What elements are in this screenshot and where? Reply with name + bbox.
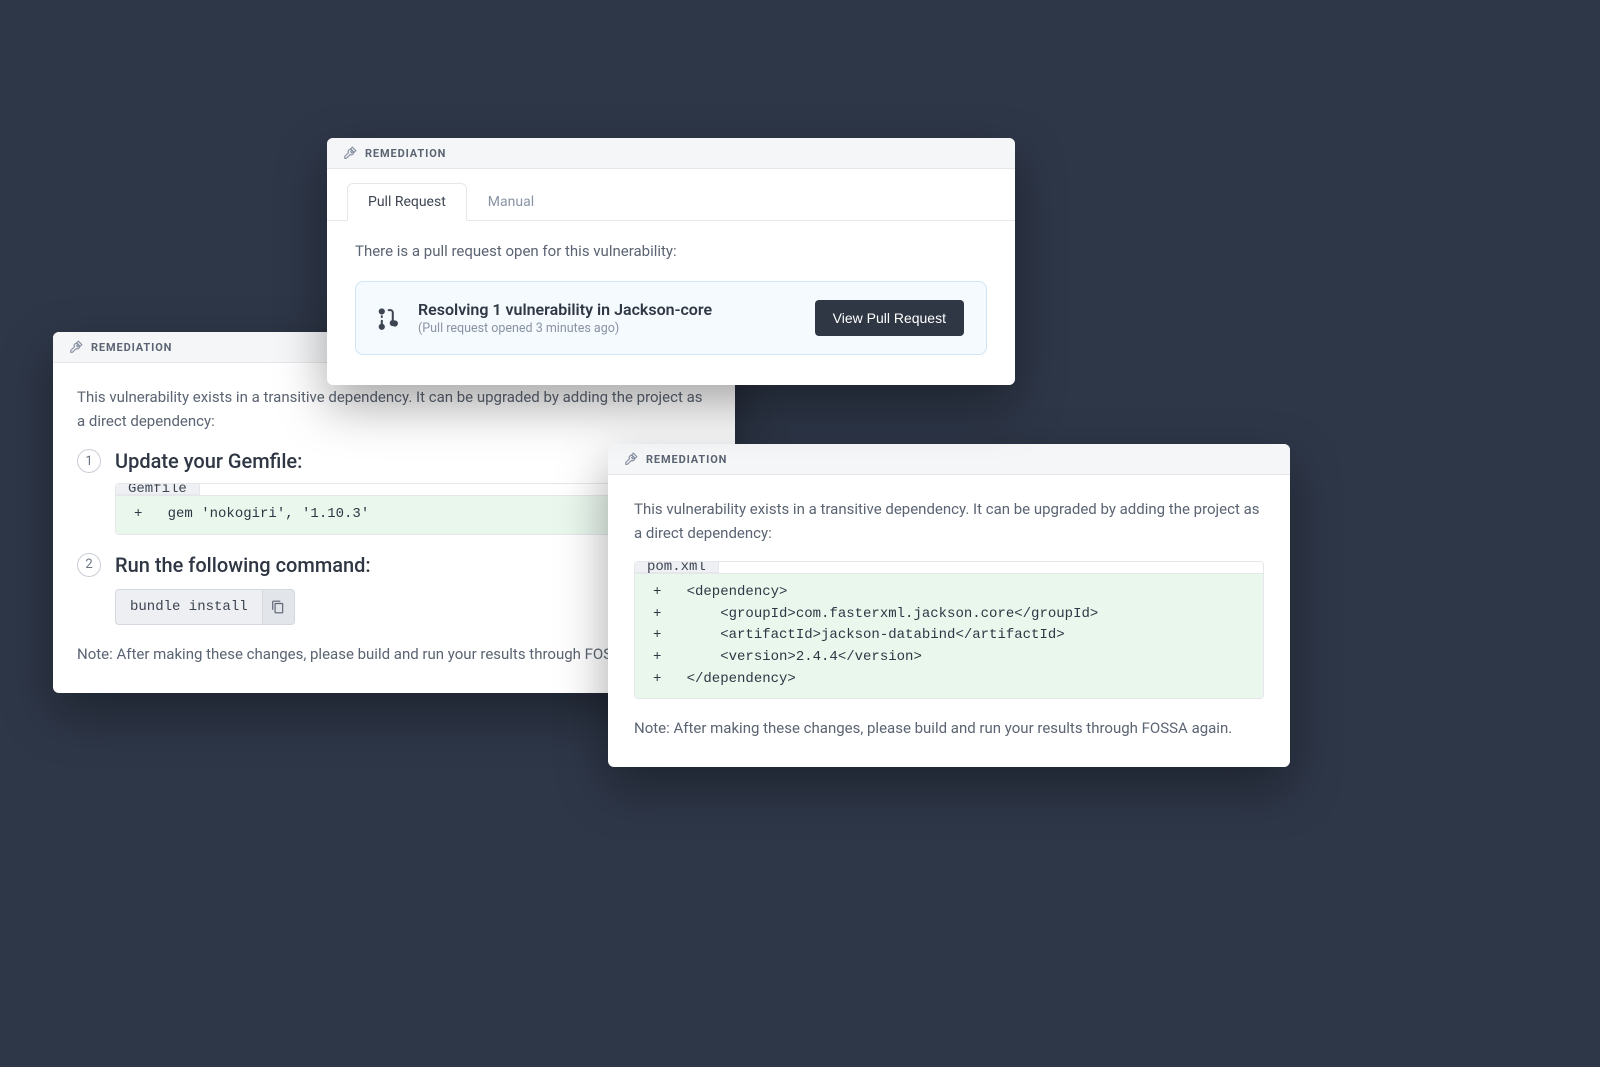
command-box: bundle install (115, 589, 295, 625)
card-header: REMEDIATION (327, 138, 1015, 169)
pr-subtitle: (Pull request opened 3 minutes ago) (418, 321, 797, 336)
command-text: bundle install (116, 590, 262, 624)
pull-request-box: Resolving 1 vulnerability in Jackson-cor… (355, 281, 987, 355)
step-title: Update your Gemfile: (115, 449, 302, 473)
card-title: REMEDIATION (365, 147, 446, 160)
pr-title: Resolving 1 vulnerability in Jackson-cor… (418, 300, 797, 319)
tools-icon (69, 340, 83, 354)
code-diff: + <dependency> + <groupId>com.fasterxml.… (635, 574, 1263, 698)
tools-icon (624, 452, 638, 466)
remediation-card-pom: REMEDIATION This vulnerability exists in… (608, 444, 1290, 767)
note-text: Note: After making these changes, please… (634, 719, 1264, 737)
step-title: Run the following command: (115, 553, 371, 577)
tab-manual[interactable]: Manual (467, 183, 555, 220)
file-tab-bar: pom.xml (635, 562, 1263, 574)
file-label: Gemfile (116, 484, 200, 495)
pom-codeblock: pom.xml + <dependency> + <groupId>com.fa… (634, 561, 1264, 699)
tools-icon (343, 146, 357, 160)
description-text: This vulnerability exists in a transitiv… (634, 497, 1264, 545)
step-number-1: 1 (77, 449, 101, 473)
tab-pull-request[interactable]: Pull Request (347, 183, 467, 221)
copy-icon (271, 600, 285, 614)
step-number-2: 2 (77, 553, 101, 577)
copy-button[interactable] (262, 590, 294, 624)
file-label: pom.xml (635, 562, 719, 573)
pull-request-icon (378, 305, 400, 331)
card-title: REMEDIATION (91, 341, 172, 354)
card-title: REMEDIATION (646, 453, 727, 466)
card-header: REMEDIATION (608, 444, 1290, 475)
view-pull-request-button[interactable]: View Pull Request (815, 300, 964, 336)
pr-intro-text: There is a pull request open for this vu… (355, 239, 987, 263)
description-text: This vulnerability exists in a transitiv… (77, 385, 711, 433)
pr-text-block: Resolving 1 vulnerability in Jackson-cor… (418, 300, 797, 336)
tab-bar: Pull Request Manual (327, 169, 1015, 221)
remediation-card-pr: REMEDIATION Pull Request Manual There is… (327, 138, 1015, 385)
